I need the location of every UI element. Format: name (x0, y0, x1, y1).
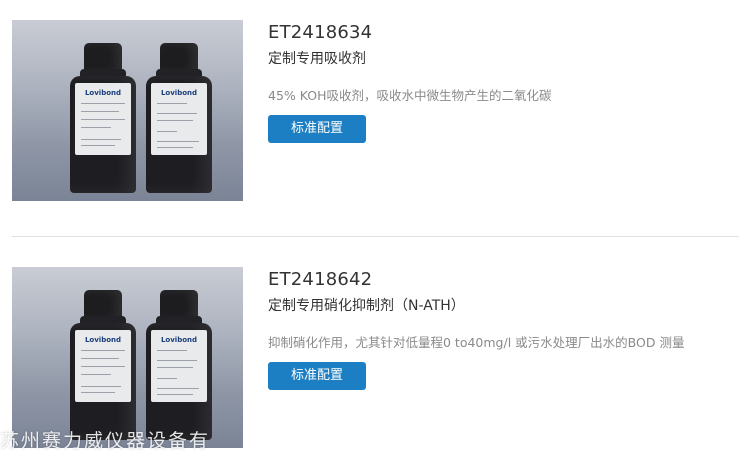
product-sku[interactable]: ET2418642 (268, 269, 372, 290)
standard-config-button[interactable]: 标准配置 (268, 362, 366, 390)
product-sku[interactable]: ET2418634 (268, 22, 372, 43)
product-image[interactable]: Lovibond Lovibond (12, 267, 243, 448)
product-description: 抑制硝化作用，尤其针对低量程0 to40mg/l 或污水处理厂出水的BOD 测量 (268, 335, 685, 350)
product-name[interactable]: 定制专用硝化抑制剂（N-ATH） (268, 295, 465, 315)
product-card: Lovibond Lovibond ET2418642 定制专用硝化抑制剂（N-… (0, 237, 747, 453)
product-description: 45% KOH吸收剂，吸收水中微生物产生的二氧化碳 (268, 88, 552, 103)
brand-label: Lovibond (160, 89, 198, 97)
brand-label: Lovibond (160, 336, 198, 344)
watermark-text: 苏州赛力威仪器设备有 (0, 430, 211, 452)
product-name[interactable]: 定制专用吸收剂 (268, 48, 366, 68)
standard-config-button[interactable]: 标准配置 (268, 115, 366, 143)
bottle-right: Lovibond (146, 43, 212, 193)
bottle-left: Lovibond (70, 43, 136, 193)
bottle-left: Lovibond (70, 290, 136, 440)
bottle-right: Lovibond (146, 290, 212, 440)
brand-label: Lovibond (84, 336, 122, 344)
product-image[interactable]: Lovibond Lovibond (12, 20, 243, 201)
brand-label: Lovibond (84, 89, 122, 97)
product-card: Lovibond Lovibond ET2418634 定制专用吸收剂 45% … (0, 0, 747, 236)
